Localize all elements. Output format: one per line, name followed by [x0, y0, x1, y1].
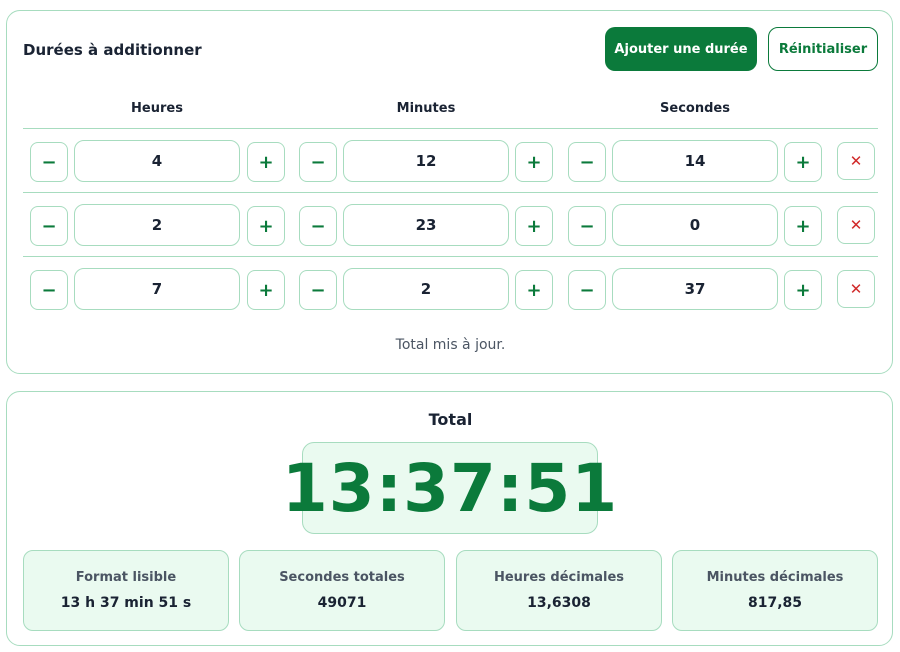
seconds-input[interactable]: 37	[612, 268, 778, 310]
minutes-increment-button[interactable]: +	[515, 206, 553, 246]
hours-increment-button[interactable]: +	[247, 206, 285, 246]
column-header-hours: Heures	[131, 101, 183, 116]
durations-title: Durées à additionner	[23, 41, 202, 59]
delete-row-button[interactable]: ✕	[837, 142, 875, 180]
seconds-decrement-button[interactable]: −	[568, 142, 606, 182]
stat-value: 49071	[317, 595, 367, 611]
minutes-decrement-button[interactable]: −	[299, 142, 337, 182]
durations-card: Durées à additionner Ajouter une durée R…	[6, 10, 893, 374]
hours-input[interactable]: 4	[74, 140, 240, 182]
seconds-increment-button[interactable]: +	[784, 270, 822, 310]
stat-card-decimal-minutes: Minutes décimales 817,85	[672, 550, 878, 631]
seconds-increment-button[interactable]: +	[784, 206, 822, 246]
minutes-increment-button[interactable]: +	[515, 270, 553, 310]
minutes-increment-button[interactable]: +	[515, 142, 553, 182]
minutes-input[interactable]: 2	[343, 268, 509, 310]
seconds-increment-button[interactable]: +	[784, 142, 822, 182]
stat-label: Heures décimales	[493, 570, 625, 585]
close-icon: ✕	[849, 152, 863, 170]
divider	[23, 128, 878, 129]
hours-increment-button[interactable]: +	[247, 142, 285, 182]
delete-row-button[interactable]: ✕	[837, 206, 875, 244]
stat-value: 817,85	[747, 595, 803, 611]
total-title: Total	[428, 410, 473, 429]
hours-input[interactable]: 7	[74, 268, 240, 310]
stat-card-readable: Format lisible 13 h 37 min 51 s	[23, 550, 229, 631]
seconds-decrement-button[interactable]: −	[568, 270, 606, 310]
stat-value: 13,6308	[527, 595, 591, 611]
stat-value: 13 h 37 min 51 s	[60, 595, 192, 611]
duration-row: − 2 + − 23 + − 0 + ✕	[7, 204, 894, 248]
minutes-input[interactable]: 23	[343, 204, 509, 246]
stat-label: Minutes décimales	[706, 570, 844, 585]
divider	[23, 192, 878, 193]
reset-button[interactable]: Réinitialiser	[768, 27, 878, 71]
hours-decrement-button[interactable]: −	[30, 142, 68, 182]
minutes-input[interactable]: 12	[343, 140, 509, 182]
stat-label: Format lisible	[75, 570, 177, 585]
minutes-decrement-button[interactable]: −	[299, 270, 337, 310]
total-display: 13:37:51	[282, 442, 617, 534]
column-header-minutes: Minutes	[396, 101, 456, 116]
hours-increment-button[interactable]: +	[247, 270, 285, 310]
duration-row: − 4 + − 12 + − 14 + ✕	[7, 140, 894, 184]
divider	[23, 256, 878, 257]
close-icon: ✕	[849, 280, 863, 298]
minutes-decrement-button[interactable]: −	[299, 206, 337, 246]
hours-input[interactable]: 2	[74, 204, 240, 246]
stat-card-decimal-hours: Heures décimales 13,6308	[456, 550, 662, 631]
total-card: Total 13:37:51 Format lisible 13 h 37 mi…	[6, 391, 893, 646]
add-duration-button[interactable]: Ajouter une durée	[605, 27, 757, 71]
duration-row: − 7 + − 2 + − 37 + ✕	[7, 268, 894, 312]
column-header-seconds: Secondes	[660, 101, 730, 116]
seconds-decrement-button[interactable]: −	[568, 206, 606, 246]
hours-decrement-button[interactable]: −	[30, 270, 68, 310]
stat-card-total-seconds: Secondes totales 49071	[239, 550, 445, 631]
delete-row-button[interactable]: ✕	[837, 270, 875, 308]
close-icon: ✕	[849, 216, 863, 234]
hours-decrement-button[interactable]: −	[30, 206, 68, 246]
stat-label: Secondes totales	[279, 570, 405, 585]
seconds-input[interactable]: 14	[612, 140, 778, 182]
status-message: Total mis à jour.	[395, 337, 506, 353]
seconds-input[interactable]: 0	[612, 204, 778, 246]
